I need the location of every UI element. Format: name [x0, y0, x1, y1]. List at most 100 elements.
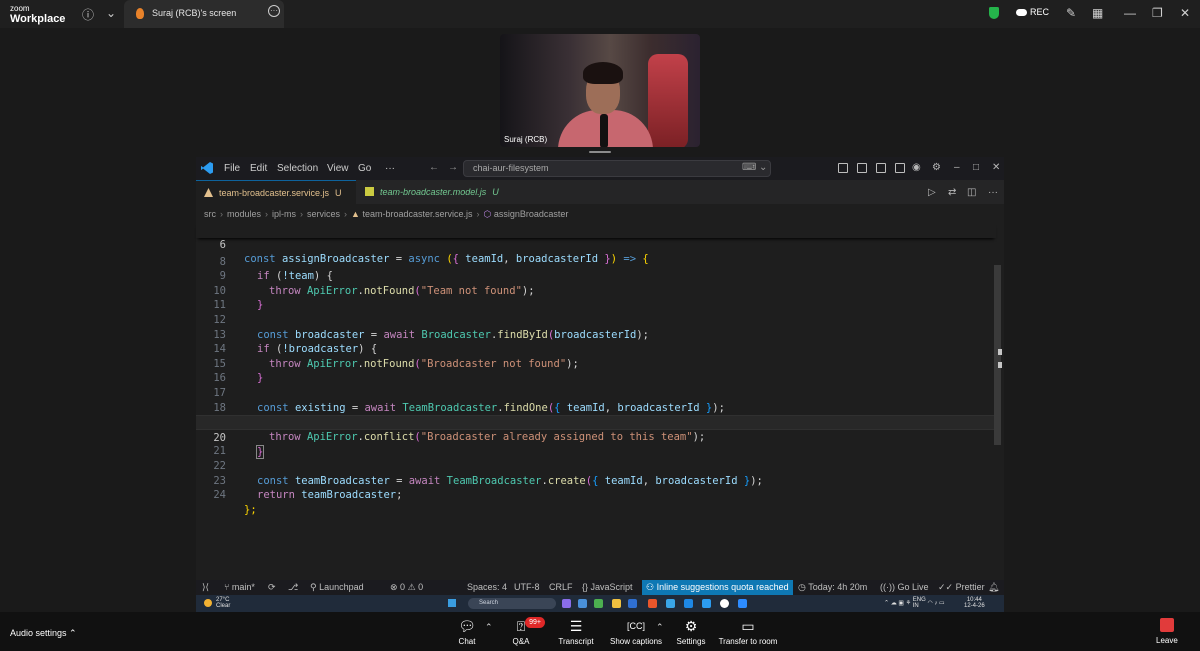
- code-line[interactable]: 8 if (!team) {: [196, 240, 996, 283]
- code-line[interactable]: 22 const teamBroadcaster = await TeamBro…: [196, 444, 996, 487]
- code-line[interactable]: 14 throw ApiError.notFound("Broadcaster …: [196, 328, 996, 370]
- chat-chevron-icon[interactable]: ⌃: [485, 622, 493, 633]
- code-line[interactable]: 15 }: [196, 342, 996, 385]
- menu-more[interactable]: ···: [385, 163, 395, 174]
- code-line[interactable]: 18 if (existing) {: [196, 386, 996, 429]
- launchpad-status[interactable]: ⚲ Launchpad: [310, 582, 364, 593]
- menu-view[interactable]: View: [327, 163, 349, 174]
- zoom-taskbar-icon[interactable]: [738, 599, 747, 608]
- app-icon[interactable]: [628, 599, 637, 608]
- breadcrumb-modules[interactable]: modules: [227, 209, 261, 219]
- transfer-to-room-button[interactable]: ▭ Transfer to room: [718, 618, 778, 646]
- copilot-chat-icon[interactable]: ⌨: [742, 162, 756, 173]
- encoding-status[interactable]: UTF-8: [514, 582, 540, 592]
- git-graph-icon[interactable]: ⎇: [288, 582, 298, 593]
- layout-customize-icon[interactable]: [838, 163, 848, 173]
- settings-gear-icon[interactable]: ⚙: [932, 162, 941, 173]
- notifications-bell-icon[interactable]: 🔔︎: [988, 582, 999, 593]
- video-drag-handle[interactable]: [589, 151, 611, 153]
- share-screen-tab[interactable]: Suraj (RCB)'s screen ···: [124, 0, 284, 28]
- menu-selection[interactable]: Selection: [277, 163, 318, 174]
- problems-status[interactable]: ⊗ 0 ⚠ 0: [390, 582, 423, 593]
- captions-chevron-icon[interactable]: ⌃: [656, 622, 664, 633]
- app-icon[interactable]: [562, 599, 571, 608]
- toggle-primary-sidebar-icon[interactable]: [857, 163, 867, 173]
- brave-icon[interactable]: [648, 599, 657, 608]
- breadcrumb-services[interactable]: services: [307, 209, 340, 219]
- menu-file[interactable]: File: [224, 163, 240, 174]
- code-line[interactable]: 6 const assignBroadcaster = async ({ tea…: [196, 223, 996, 265]
- chat-button[interactable]: 💬︎ Chat: [452, 618, 482, 646]
- audio-settings-button[interactable]: Audio settings ⌃: [10, 628, 77, 639]
- code-editor[interactable]: 6 const assignBroadcaster = async ({ tea…: [196, 223, 1004, 575]
- vscode-close-icon[interactable]: ✕: [992, 162, 1000, 173]
- go-live-button[interactable]: ((·)) Go Live: [880, 582, 929, 592]
- forward-arrow-icon[interactable]: →: [448, 162, 458, 173]
- windows-search-box[interactable]: Search: [468, 598, 556, 609]
- vscode-minimize-icon[interactable]: –: [954, 162, 960, 173]
- back-arrow-icon[interactable]: ←: [429, 162, 439, 173]
- participant-video[interactable]: Suraj (RCB): [500, 34, 700, 147]
- run-icon[interactable]: ▷: [928, 187, 936, 198]
- code-line[interactable]: 24 };: [196, 474, 996, 516]
- menu-go[interactable]: Go: [358, 163, 371, 174]
- code-line[interactable]: 23 return teamBroadcaster;: [196, 459, 996, 502]
- indentation-status[interactable]: Spaces: 4: [467, 582, 507, 592]
- language-status[interactable]: {} JavaScript: [582, 582, 633, 592]
- prettier-status[interactable]: ✓✓ Prettier: [938, 582, 985, 593]
- info-icon[interactable]: ⓘ: [82, 6, 94, 23]
- chevron-down-icon[interactable]: ⌄: [759, 162, 767, 173]
- annotate-pen-icon[interactable]: ✎: [1066, 6, 1076, 20]
- calendar-icon[interactable]: ▦: [1092, 6, 1103, 20]
- app-icon[interactable]: [684, 599, 693, 608]
- branch-status[interactable]: ⑂ main*: [224, 582, 255, 592]
- close-icon[interactable]: ✕: [1180, 6, 1190, 20]
- sync-icon[interactable]: ⟳: [268, 582, 276, 593]
- code-line[interactable]: 19 throw ApiError.conflict("Broadcaster …: [196, 401, 996, 443]
- code-line[interactable]: 16: [196, 357, 996, 384]
- split-editor-icon[interactable]: ◫: [967, 187, 976, 198]
- restore-icon[interactable]: ❐: [1152, 6, 1163, 20]
- compare-changes-icon[interactable]: ⇄: [948, 187, 956, 198]
- minimize-icon[interactable]: —: [1124, 6, 1136, 20]
- code-line[interactable]: 21: [196, 430, 996, 457]
- code-line[interactable]: 13 if (!broadcaster) {: [196, 313, 996, 356]
- code-line[interactable]: 11: [196, 284, 996, 311]
- breadcrumb-symbol[interactable]: assignBroadcaster: [494, 209, 569, 219]
- windows-start-icon[interactable]: [448, 599, 456, 607]
- windows-clock[interactable]: 10:44 12-4-26: [964, 597, 985, 609]
- code-line-current[interactable]: 20 }: [196, 415, 996, 460]
- toggle-secondary-sidebar-icon[interactable]: [895, 163, 905, 173]
- chevron-down-icon[interactable]: ⌄: [106, 6, 116, 20]
- file-explorer-icon[interactable]: [612, 599, 621, 608]
- settings-button[interactable]: ⚙ Settings: [674, 618, 708, 646]
- editor-scrollbar[interactable]: [994, 265, 1001, 445]
- toggle-panel-icon[interactable]: [876, 163, 886, 173]
- time-tracker-status[interactable]: ◷ Today: 4h 20m: [798, 582, 867, 593]
- vscode-taskbar-icon[interactable]: [702, 599, 711, 608]
- leave-button[interactable]: Leave: [1156, 618, 1178, 645]
- eol-status[interactable]: CRLF: [549, 582, 573, 592]
- record-button[interactable]: REC: [1016, 7, 1049, 17]
- task-view-icon[interactable]: [578, 599, 587, 608]
- app-icon[interactable]: [594, 599, 603, 608]
- system-tray[interactable]: ⌃ ☁ ▣ ⚘ ENG IN ◠ ♪ ▭: [884, 597, 945, 609]
- breadcrumb-file[interactable]: team-broadcaster.service.js: [362, 209, 472, 219]
- code-line[interactable]: 9 throw ApiError.notFound("Team not foun…: [196, 255, 996, 297]
- code-line[interactable]: 10 }: [196, 269, 996, 312]
- accounts-icon[interactable]: ◉: [912, 162, 921, 173]
- security-shield-icon[interactable]: [989, 7, 999, 19]
- remote-icon[interactable]: ⟩⟨: [202, 582, 209, 593]
- vscode-maximize-icon[interactable]: □: [973, 162, 979, 173]
- tab-model-file[interactable]: team-broadcaster.model.js U: [357, 180, 507, 204]
- tab-service-file[interactable]: team-broadcaster.service.js U: [196, 180, 356, 204]
- breadcrumb-ipl-ms[interactable]: ipl-ms: [272, 209, 296, 219]
- more-actions-icon[interactable]: ···: [988, 187, 998, 198]
- command-center[interactable]: chai-aur-filesystem: [463, 160, 771, 177]
- transcript-button[interactable]: ☰ Transcript: [556, 618, 596, 646]
- menu-edit[interactable]: Edit: [250, 163, 267, 174]
- app-icon[interactable]: [720, 599, 729, 608]
- more-options-icon[interactable]: ···: [268, 5, 280, 17]
- breadcrumb-src[interactable]: src: [204, 209, 216, 219]
- weather-widget[interactable]: 27°C Clear: [216, 597, 230, 609]
